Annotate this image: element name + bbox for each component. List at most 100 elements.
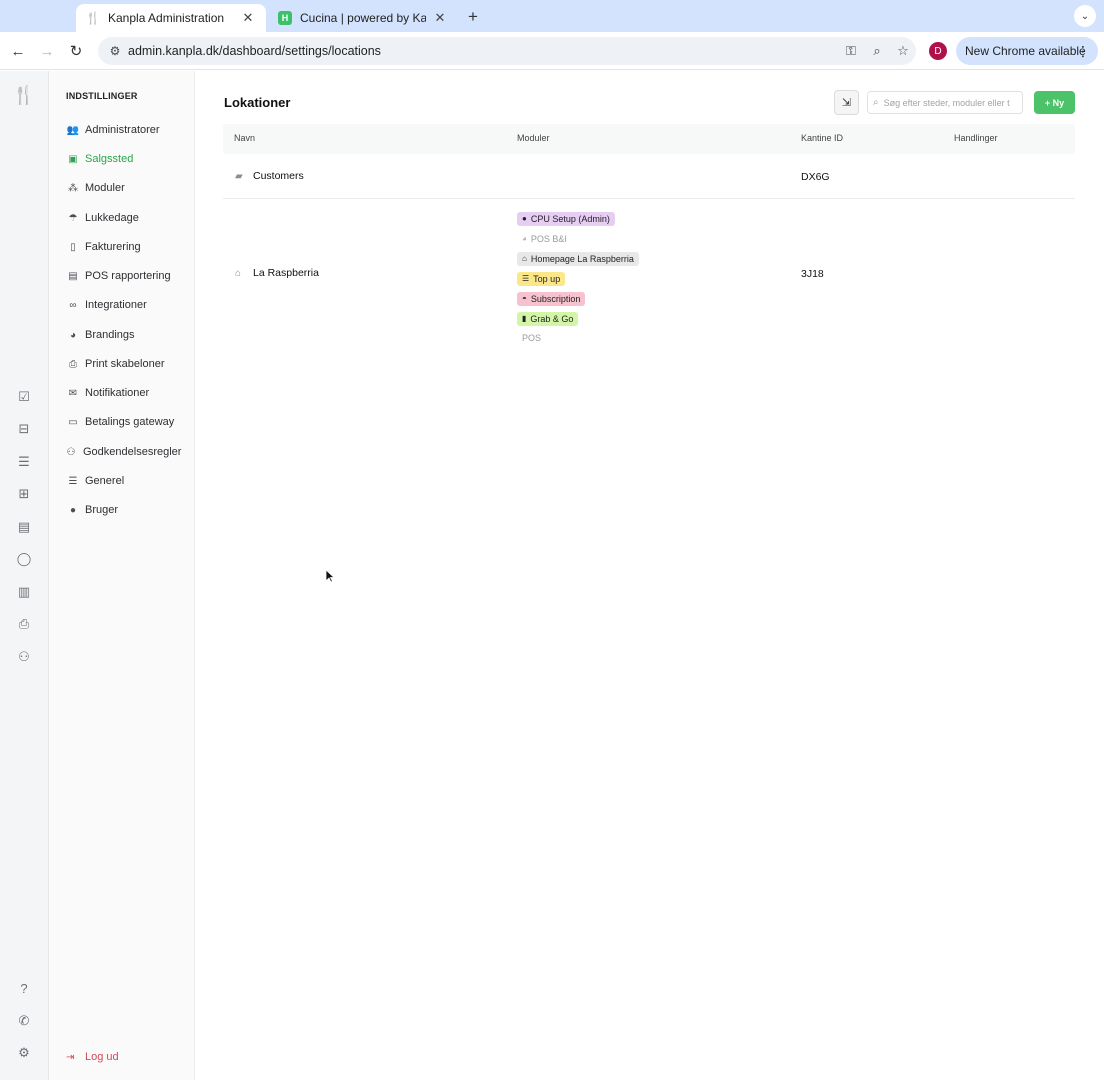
phone-icon[interactable]: ✆ xyxy=(13,1011,35,1031)
sidebar-item-generel[interactable]: ☰ Generel xyxy=(66,471,190,491)
clipboard-icon[interactable]: ▤ xyxy=(13,517,35,537)
password-key-icon[interactable]: ⚿ xyxy=(838,43,864,59)
zoom-icon[interactable]: ⌕ xyxy=(864,43,890,59)
bookmark-star-icon[interactable]: ☆ xyxy=(890,43,916,59)
sidebar-item-label: Notifikationer xyxy=(85,387,150,399)
sidebar-item-bruger[interactable]: ● Bruger xyxy=(66,500,190,520)
tab-search-chevron-icon[interactable]: ⌄ xyxy=(1074,5,1096,27)
tab-title: Cucina | powered by Kanpla xyxy=(300,11,426,25)
sidebar-item-administratorer[interactable]: 👥 Administratorer xyxy=(66,120,190,140)
logout-button[interactable]: ⇥ Log ud xyxy=(66,1047,119,1067)
address-bar[interactable]: ⚙ admin.kanpla.dk/dashboard/settings/loc… xyxy=(98,37,916,65)
search-box[interactable]: ⌕ xyxy=(867,91,1023,114)
table-row[interactable]: ⌂ La Raspberria ● CPU Setup (Admin) ◕ POS … xyxy=(223,199,1075,351)
export-button[interactable]: ⇲ xyxy=(834,90,859,115)
sidebar-item-lukkedage[interactable]: ☂ Lukkedage xyxy=(66,208,190,228)
location-name-cell[interactable]: ▰ Customers xyxy=(235,170,304,182)
module-badge[interactable]: POS xyxy=(517,331,546,345)
table-header: Navn Moduler Kantine ID Handlinger xyxy=(223,124,1075,154)
sidebar-item-betalings-gateway[interactable]: ▭ Betalings gateway xyxy=(66,412,190,432)
list-icon[interactable]: ☰ xyxy=(13,452,35,472)
column-header-kantine-id[interactable]: Kantine ID xyxy=(801,133,843,143)
export-icon: ⇲ xyxy=(841,97,852,109)
location-name-cell[interactable]: ⌂ La Raspberria xyxy=(235,267,319,279)
report-icon: ▤ xyxy=(68,270,78,282)
sidebar-item-notifikationer[interactable]: ✉ Notifikationer xyxy=(66,383,190,403)
envelope-icon: ✉ xyxy=(68,387,78,399)
sidebar-item-label: Godkendelsesregler xyxy=(83,446,182,458)
forward-arrow-icon[interactable]: → xyxy=(36,40,58,62)
kanpla-logo-icon[interactable]: 🍴 xyxy=(13,85,35,105)
module-badge[interactable]: ☰ Top up xyxy=(517,271,566,286)
column-header-moduler[interactable]: Moduler xyxy=(517,133,550,143)
sidebar-item-print-skabeloner[interactable]: ⎙ Print skabeloner xyxy=(66,354,190,374)
bowl-icon: ◓ xyxy=(522,294,527,303)
sidebar-item-brandings[interactable]: ◕ Brandings xyxy=(66,325,190,345)
close-tab-icon[interactable]: ✕ xyxy=(432,10,448,26)
user-check-icon: ⚇ xyxy=(66,446,76,458)
link-icon: ∞ xyxy=(69,299,77,311)
new-location-button[interactable]: + Ny xyxy=(1034,91,1075,114)
page-title: Lokationer xyxy=(224,95,291,110)
column-header-navn[interactable]: Navn xyxy=(234,133,255,143)
more-menu-icon[interactable]: ⋮ xyxy=(1076,43,1090,60)
close-tab-icon[interactable]: ✕ xyxy=(240,10,256,26)
module-label: Subscription xyxy=(530,293,581,304)
table-row[interactable]: ▰ Customers DX6G xyxy=(223,155,1075,199)
inbox-icon[interactable]: ⊟ xyxy=(13,419,35,439)
sidebar-item-label: Betalings gateway xyxy=(85,416,175,428)
module-badge[interactable]: ◓ Subscription xyxy=(517,291,586,306)
palette-icon: ◕ xyxy=(522,234,527,243)
module-badge[interactable]: ▮ Grab & Go xyxy=(517,311,579,326)
location-name: La Raspberria xyxy=(253,267,319,279)
site-info-icon[interactable]: ⚙ xyxy=(102,44,128,58)
module-label: Grab & Go xyxy=(530,313,574,324)
help-icon[interactable]: ? xyxy=(13,978,35,998)
browser-tab-strip: 🍴 Kanpla Administration ✕ H Cucina | pow… xyxy=(0,0,1104,32)
search-icon: ⌕ xyxy=(873,97,879,108)
sidebar-item-salgssted[interactable]: ▣ Salgssted xyxy=(66,149,190,169)
chat-icon[interactable]: ◯ xyxy=(13,549,35,569)
modules-list: ● CPU Setup (Admin) ◕ POS B&I ⌂ Homepage La… xyxy=(517,209,757,349)
search-input[interactable] xyxy=(883,97,1022,108)
module-label: POS B&I xyxy=(530,233,567,244)
sidebar-item-label: Bruger xyxy=(85,504,119,516)
printer-icon[interactable]: ⎙ xyxy=(13,614,35,634)
url-text[interactable]: admin.kanpla.dk/dashboard/settings/locat… xyxy=(128,44,838,58)
chrome-update-button[interactable]: New Chrome available ⋮ xyxy=(956,37,1098,65)
sidebar-item-pos-rapportering[interactable]: ▤ POS rapportering xyxy=(66,266,190,286)
browser-tab-kanpla-admin[interactable]: 🍴 Kanpla Administration ✕ xyxy=(76,4,266,32)
sidebar-item-label: Salgssted xyxy=(85,153,134,165)
cucina-favicon-icon: H xyxy=(278,11,292,25)
beach-umbrella-icon: ☂ xyxy=(68,212,78,224)
sidebar-item-fakturering[interactable]: ▯ Fakturering xyxy=(66,237,190,257)
new-tab-button[interactable]: + xyxy=(462,6,484,28)
modules-icon: ⁂ xyxy=(68,182,78,194)
profile-avatar[interactable]: D xyxy=(929,42,947,60)
browser-tab-cucina[interactable]: H Cucina | powered by Kanpla ✕ xyxy=(268,4,458,32)
module-badge[interactable]: ● CPU Setup (Admin) xyxy=(517,211,615,226)
sidebar-item-godkendelsesregler[interactable]: ⚇ Godkendelsesregler xyxy=(64,442,188,462)
reload-icon[interactable]: ↻ xyxy=(65,40,87,62)
store-icon: ▣ xyxy=(68,153,78,165)
sidebar-item-label: Generel xyxy=(85,475,125,487)
grid-icon[interactable]: ⊞ xyxy=(13,484,35,504)
mouse-cursor-icon xyxy=(325,569,335,583)
user-check-icon[interactable]: ⚇ xyxy=(13,647,35,667)
settings-gear-icon[interactable]: ⚙ xyxy=(13,1043,35,1063)
browser-toolbar: ← → ↻ ⚙ admin.kanpla.dk/dashboard/settin… xyxy=(0,32,1104,70)
module-badge[interactable]: ◕ POS B&I xyxy=(517,232,572,246)
sidebar-item-label: Lukkedage xyxy=(85,212,139,224)
back-arrow-icon[interactable]: ← xyxy=(7,40,29,62)
sliders-icon: ☰ xyxy=(68,475,78,487)
sidebar-item-label: POS rapportering xyxy=(85,270,171,282)
sidebar-item-moduler[interactable]: ⁂ Moduler xyxy=(66,178,190,198)
calendar-check-icon[interactable]: ☑ xyxy=(13,387,35,407)
kantine-id-cell: DX6G xyxy=(801,171,830,183)
sidebar-item-label: Integrationer xyxy=(85,299,147,311)
module-badge[interactable]: ⌂ Homepage La Raspberria xyxy=(517,251,639,266)
sidebar-item-integrationer[interactable]: ∞ Integrationer xyxy=(66,295,190,315)
logout-icon: ⇥ xyxy=(66,1051,75,1063)
bar-chart-icon[interactable]: ▥ xyxy=(13,582,35,602)
kantine-id-cell: 3J18 xyxy=(801,268,824,280)
